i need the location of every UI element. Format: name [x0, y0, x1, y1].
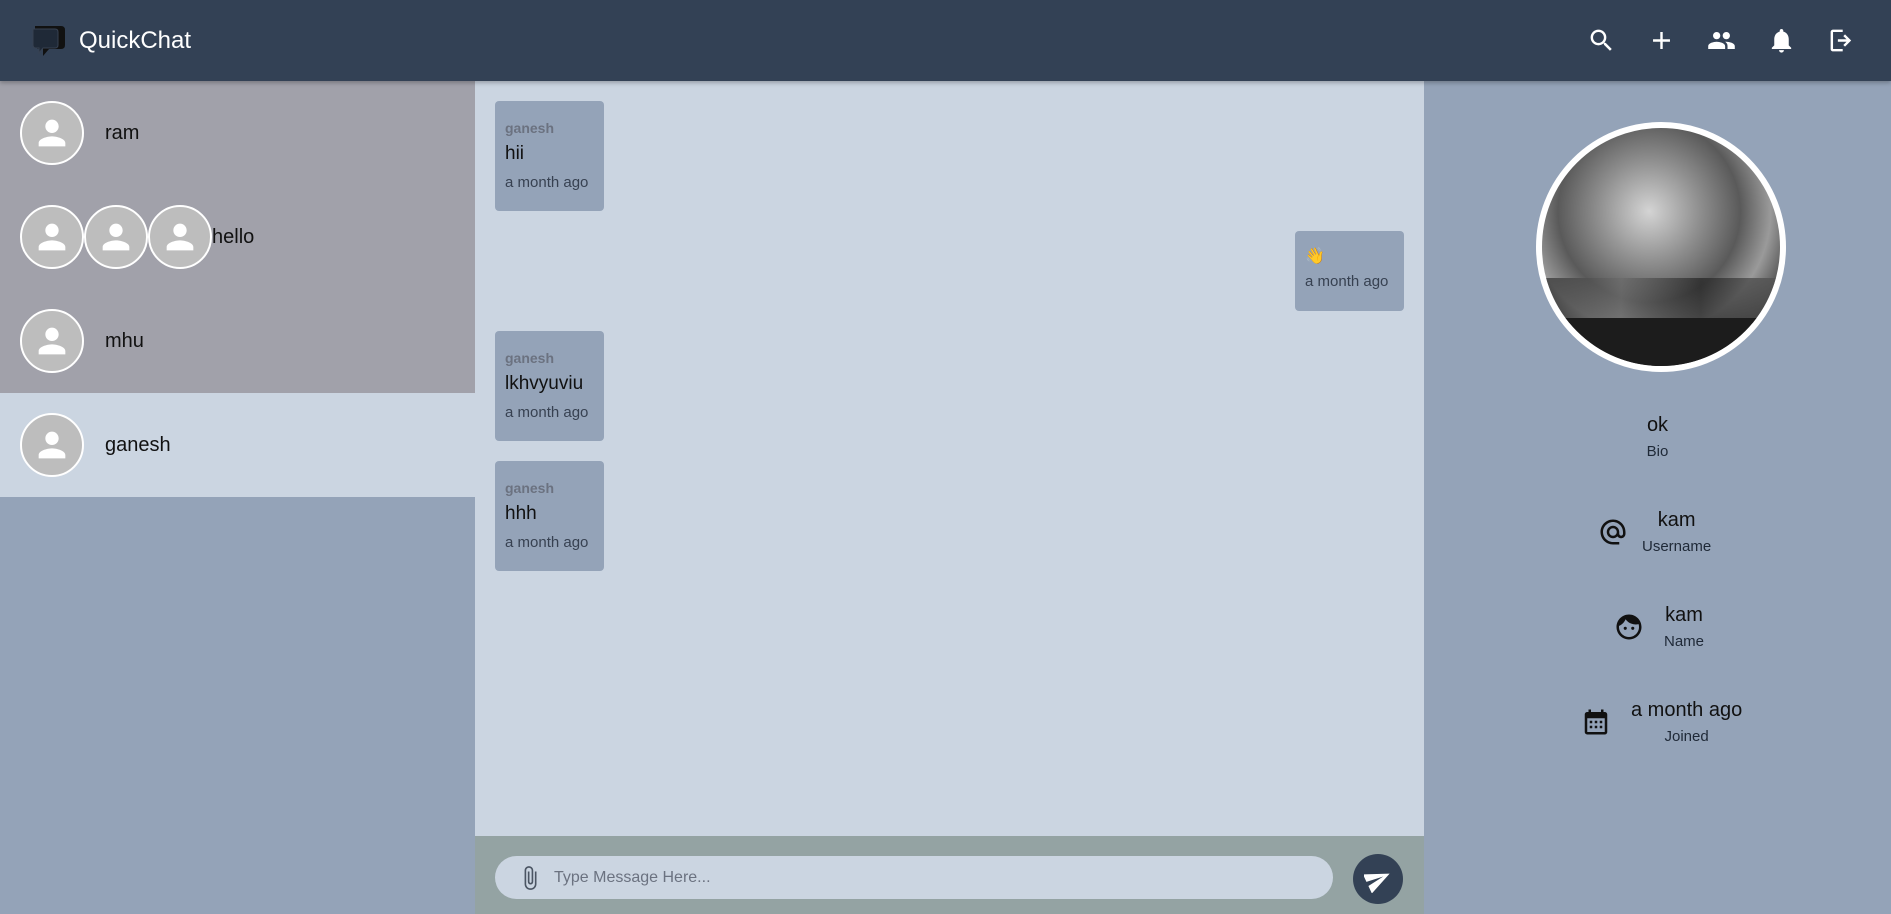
- message-bubble: ganesh hii a month ago: [495, 101, 604, 211]
- groups-button[interactable]: [1691, 11, 1751, 71]
- logout-icon: [1830, 29, 1851, 52]
- conversation-item-mhu[interactable]: mhu: [0, 289, 475, 393]
- joined-value: a month ago: [1631, 699, 1743, 721]
- message-time: a month ago: [1305, 273, 1389, 290]
- profile-panel: ok Bio kam Username kam Name a month ago…: [1424, 81, 1891, 914]
- group-avatars: [20, 205, 212, 269]
- attach-icon[interactable]: [517, 865, 543, 891]
- header-actions: [1571, 0, 1871, 81]
- message-text: 👋: [1305, 248, 1325, 265]
- username-label: Username: [1642, 538, 1712, 555]
- message-bubble: ganesh lkhvyuviu a month ago: [495, 331, 604, 441]
- avatar: [148, 205, 212, 269]
- username-value: kam: [1657, 509, 1696, 531]
- bio-label: Bio: [1646, 443, 1669, 460]
- calendar-icon: [1581, 707, 1611, 737]
- profile-picture-detail: [1542, 318, 1780, 366]
- conversation-name: mhu: [105, 329, 144, 352]
- message-sender: ganesh: [505, 120, 555, 136]
- notifications-button[interactable]: [1751, 11, 1811, 71]
- message-sender: ganesh: [505, 480, 555, 496]
- app-logo-icon: [32, 25, 65, 56]
- conversation-list: ram hello mhu ganesh: [0, 81, 475, 914]
- send-icon: [1364, 873, 1390, 893]
- message-text: hhh: [505, 503, 537, 524]
- app-header: QuickChat: [0, 0, 1891, 81]
- conversation-name: hello: [212, 225, 255, 248]
- bell-icon: [1771, 29, 1791, 53]
- app-title: QuickChat: [79, 26, 192, 54]
- avatar: [20, 413, 84, 477]
- new-chat-button[interactable]: [1631, 11, 1691, 71]
- message-text: hii: [505, 143, 525, 164]
- message-area[interactable]: ganesh hii a month ago 👋 a month ago gan…: [475, 81, 1424, 836]
- conversation-item-ganesh[interactable]: ganesh: [0, 393, 475, 497]
- face-icon: [1614, 612, 1644, 642]
- people-icon: [1707, 32, 1735, 49]
- at-icon: [1598, 517, 1628, 547]
- person-icon: [102, 223, 130, 251]
- logout-button[interactable]: [1811, 11, 1871, 71]
- message-input[interactable]: [554, 868, 1314, 887]
- avatar: [20, 205, 84, 269]
- name-label: Name: [1664, 633, 1705, 650]
- profile-picture: [1536, 122, 1786, 372]
- conversation-item-ram[interactable]: ram: [0, 81, 475, 185]
- conversation-name: ram: [105, 121, 140, 144]
- message-input-wrapper: [495, 856, 1333, 899]
- message-bubble-own: 👋 a month ago: [1295, 231, 1404, 311]
- message-sender: ganesh: [505, 350, 555, 366]
- joined-row: a month ago Joined: [1581, 699, 1742, 745]
- person-icon: [38, 223, 66, 251]
- message-time: a month ago: [505, 534, 589, 551]
- avatar: [20, 101, 84, 165]
- conversation-item-hello[interactable]: hello: [0, 185, 475, 289]
- plus-icon: [1652, 32, 1670, 49]
- message-time: a month ago: [505, 174, 589, 191]
- message-bubble: ganesh hhh a month ago: [495, 461, 604, 571]
- bio-row: ok Bio: [1424, 414, 1891, 460]
- person-icon: [166, 223, 194, 251]
- name-value: kam: [1665, 604, 1703, 626]
- send-button[interactable]: [1353, 854, 1403, 904]
- name-row: kam Name: [1614, 604, 1704, 650]
- message-text: lkhvyuviu: [505, 373, 584, 394]
- message-time: a month ago: [505, 404, 589, 421]
- person-icon: [38, 327, 66, 355]
- search-icon: [1590, 29, 1612, 51]
- conversation-name: ganesh: [105, 433, 171, 456]
- person-icon: [38, 119, 66, 147]
- person-icon: [38, 431, 66, 459]
- joined-label: Joined: [1664, 728, 1709, 745]
- avatar: [20, 309, 84, 373]
- search-button[interactable]: [1571, 11, 1631, 71]
- avatar: [84, 205, 148, 269]
- profile-picture-detail: [1542, 278, 1780, 323]
- message-composer: [475, 836, 1424, 914]
- username-row: kam Username: [1598, 509, 1711, 555]
- bio-value: ok: [1646, 414, 1669, 436]
